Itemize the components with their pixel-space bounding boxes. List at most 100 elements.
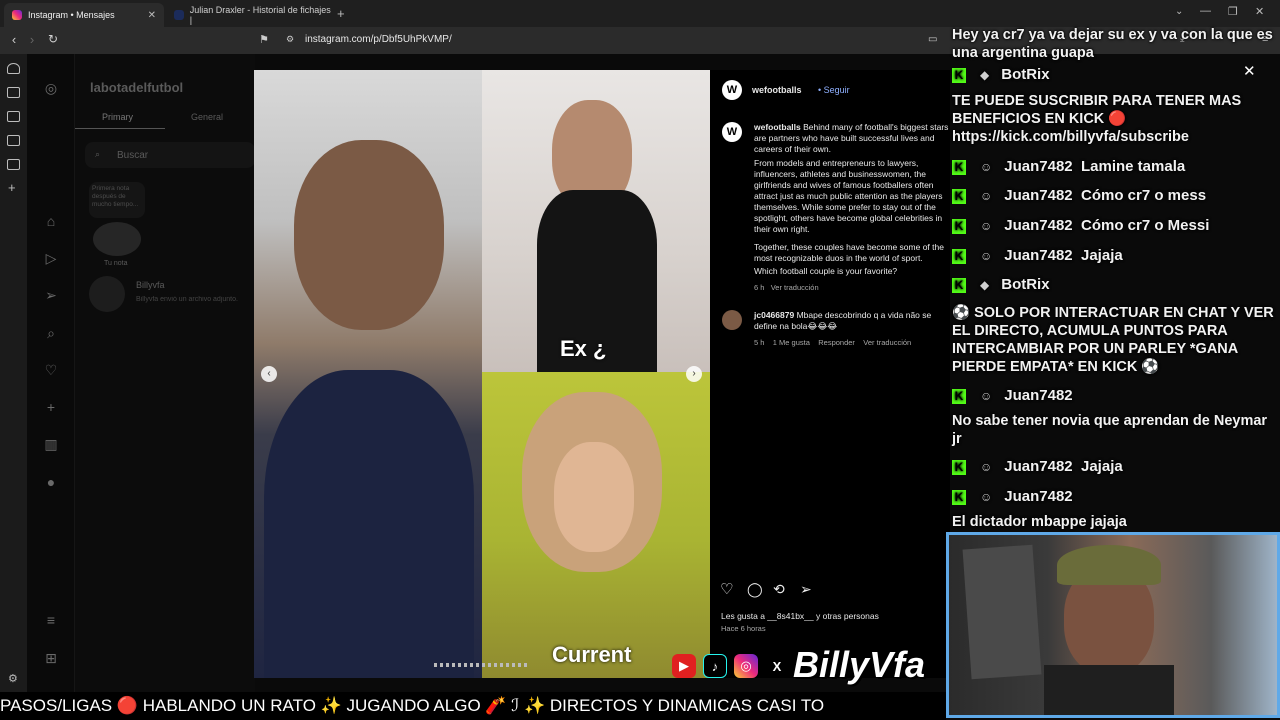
user-icon: ☺: [980, 490, 993, 504]
maximize-icon[interactable]: ❐: [1228, 5, 1238, 18]
ex-photo: Ex ¿: [482, 70, 710, 372]
kick-badge-icon: K: [952, 278, 966, 293]
settings-icon[interactable]: ⚙: [8, 672, 18, 685]
kick-badge-icon: K: [952, 68, 966, 83]
user-icon: ☺: [980, 160, 993, 174]
notifications-icon[interactable]: ♡: [42, 362, 60, 379]
repost-icon[interactable]: ⟲: [773, 581, 785, 598]
reels-icon[interactable]: ▷: [42, 250, 60, 267]
microphone: [1044, 665, 1174, 715]
follow-label: Seguir: [823, 85, 850, 95]
site-info-icon[interactable]: ⚙: [286, 34, 294, 45]
social-icons: ▶ ♪ ◎ X: [672, 648, 796, 684]
user-icon: ☺: [980, 189, 993, 203]
forward-icon[interactable]: ›: [22, 32, 42, 47]
browser-tab-bar: Instagram • Mensajes ✕ Julian Draxler - …: [0, 0, 1280, 27]
search-placeholder: Buscar: [117, 150, 149, 161]
back-icon[interactable]: ‹: [4, 32, 24, 47]
create-icon[interactable]: +: [42, 399, 60, 415]
instagram-logo-icon[interactable]: ◎: [42, 80, 60, 97]
bookmark-icon[interactable]: ⚑: [259, 33, 269, 46]
carousel-next-button[interactable]: ›: [686, 366, 702, 382]
search-box[interactable]: ⌕ Buscar: [85, 142, 255, 168]
ex-caption: Ex ¿: [560, 336, 607, 361]
chat-user-line: K ☺ Juan7482 Lamine tamala: [952, 158, 1185, 175]
comment-reply-link[interactable]: Responder: [818, 338, 855, 347]
chat-username: Juan7482: [1004, 458, 1073, 475]
more-menu-icon[interactable]: ≡: [42, 612, 60, 628]
chat-user-line: K ☺ Juan7482 Jajaja: [952, 458, 1123, 475]
screen-icon[interactable]: ▭: [928, 34, 937, 45]
user-icon: ☺: [980, 389, 993, 403]
comment-user[interactable]: jc0466879: [754, 310, 794, 320]
follow-link[interactable]: • Seguir: [818, 85, 850, 95]
account-name[interactable]: labotadelfutbol: [90, 80, 183, 95]
dm-panel: labotadelfutbol Primary General ⌕ Buscar…: [75, 54, 255, 694]
streamer-cap: [1057, 545, 1161, 585]
likes-text[interactable]: Les gusta a __8s41bx__ y otras personas: [721, 611, 879, 621]
chat-username: Juan7482: [1004, 387, 1073, 404]
caption-time: 6 h: [754, 283, 765, 292]
caption-user[interactable]: wefootballs: [754, 122, 801, 132]
comment-translate-link[interactable]: Ver traducción: [863, 338, 911, 347]
caption-avatar: W: [722, 122, 742, 142]
post-account-name[interactable]: wefootballs: [752, 85, 802, 95]
chat-username: Juan7482: [1004, 247, 1073, 264]
commenter-avatar[interactable]: [722, 310, 742, 330]
caption-translate-link[interactable]: Ver traducción: [771, 283, 819, 292]
chat-inline-message: Cómo cr7 o Messi: [1081, 217, 1210, 234]
chat-inline-message: Lamine tamala: [1081, 158, 1186, 175]
notes-icon[interactable]: [7, 159, 20, 170]
search-icon[interactable]: ⌕: [42, 325, 60, 342]
chat-inline-message: Jajaja: [1081, 458, 1123, 475]
share-icon[interactable]: ➢: [800, 581, 812, 598]
url-text[interactable]: instagram.com/p/Dbf5UhPkVMP/: [305, 34, 452, 45]
kick-badge-icon: K: [952, 389, 966, 404]
dashboard-icon[interactable]: ▥: [42, 436, 60, 453]
minimize-icon[interactable]: —: [1200, 5, 1211, 17]
add-panel-icon[interactable]: +: [8, 180, 16, 195]
chat-message-text: TE PUEDE SUSCRIBIR PARA TENER MAS BENEFI…: [952, 93, 1242, 145]
tabs-icon[interactable]: [7, 111, 20, 122]
tab-underline: [75, 128, 165, 129]
conversation-avatar[interactable]: [89, 276, 125, 312]
player-jacket: [264, 370, 474, 678]
like-icon[interactable]: ♡: [720, 580, 733, 598]
conversation-name[interactable]: Billyvfa: [136, 280, 165, 290]
pinned-icon[interactable]: [7, 63, 20, 74]
tab-transfer-history[interactable]: Julian Draxler - Historial de fichajes |: [166, 3, 331, 27]
chat-user-line: K ◆ BotRix: [952, 276, 1050, 293]
carousel-prev-button[interactable]: ‹: [261, 366, 277, 382]
conversation-preview: Billyvfa envió un archivo adjunto.: [136, 296, 238, 303]
chat-user-line: K ☺ Juan7482: [952, 387, 1073, 404]
history-icon[interactable]: [7, 135, 20, 146]
transfermarkt-favicon-icon: [174, 10, 184, 20]
tab-primary[interactable]: Primary: [102, 112, 133, 122]
tab-general[interactable]: General: [191, 112, 223, 122]
stream-chat: Hey ya cr7 ya va dejar su ex y va con la…: [948, 27, 1280, 534]
wefootballs-avatar[interactable]: W: [722, 80, 742, 100]
comment-icon[interactable]: ◯: [747, 581, 763, 598]
messages-icon[interactable]: ➢: [42, 287, 60, 304]
player-face: [294, 140, 444, 330]
new-tab-icon[interactable]: +: [337, 6, 345, 21]
diamond-icon: ◆: [980, 278, 990, 292]
close-tab-icon[interactable]: ✕: [148, 10, 156, 21]
note-bubble[interactable]: Primera nota después de mucho tiempo...: [89, 182, 145, 218]
messenger-icon[interactable]: [7, 87, 20, 98]
home-icon[interactable]: ⌂: [42, 213, 60, 229]
chat-username: Juan7482: [1004, 158, 1073, 175]
comment-likes[interactable]: 1 Me gusta: [773, 338, 810, 347]
post-image-carousel[interactable]: Ex ¿ Current ‹ ›: [254, 70, 710, 678]
tab-list-icon[interactable]: ⌄: [1175, 6, 1183, 17]
profile-icon[interactable]: ●: [42, 474, 60, 490]
close-modal-icon[interactable]: ✕: [1243, 62, 1256, 80]
chat-username: BotRix: [1001, 66, 1050, 83]
reload-icon[interactable]: ↻: [43, 32, 63, 46]
avatar[interactable]: [93, 222, 141, 256]
chat-user-line: K ◆ BotRix: [952, 66, 1050, 83]
comment-time: 5 h: [754, 338, 765, 347]
tab-instagram[interactable]: Instagram • Mensajes ✕: [4, 3, 164, 27]
apps-icon[interactable]: ⊞: [42, 650, 60, 667]
window-close-icon[interactable]: ✕: [1255, 5, 1264, 18]
